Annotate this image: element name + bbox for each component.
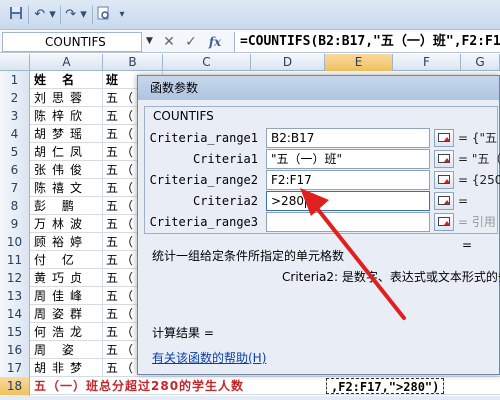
function-result: = bbox=[462, 238, 473, 252]
column-headers: A B C D E F G bbox=[0, 54, 500, 71]
cell-a[interactable]: 周姿群 bbox=[31, 305, 103, 323]
arg-result: = "五（ bbox=[458, 152, 500, 166]
cell-a[interactable]: 刘思蓉 bbox=[31, 89, 103, 107]
table-row: 18 五（一）班总分超过280的学生人数 ,F2:F17,">280") bbox=[0, 377, 500, 395]
status-strip bbox=[0, 396, 500, 400]
select-all-corner[interactable] bbox=[0, 54, 30, 71]
arg-result: = 引用 bbox=[458, 215, 496, 229]
save-icon[interactable] bbox=[8, 6, 24, 24]
arg-label-criteria-range1: Criteria_range1 bbox=[149, 131, 258, 145]
arg-result: = {250 bbox=[458, 173, 500, 187]
collapse-dialog-icon[interactable] bbox=[434, 150, 454, 168]
cell-a[interactable]: 胡梦瑶 bbox=[31, 125, 103, 143]
cell-a[interactable]: 陈禧文 bbox=[31, 179, 103, 197]
arg-label-criteria-range3: Criteria_range3 bbox=[149, 215, 258, 229]
row-header[interactable]: 7 bbox=[0, 179, 30, 197]
row-header[interactable]: 2 bbox=[0, 89, 30, 107]
function-name: COUNTIFS bbox=[150, 109, 217, 123]
cell-a[interactable]: 黄巧贞 bbox=[31, 269, 103, 287]
undo-icon[interactable]: ↶ ▾ bbox=[32, 6, 58, 24]
row-header[interactable]: 18 bbox=[0, 377, 30, 395]
cell-a[interactable]: 何浩龙 bbox=[31, 323, 103, 341]
row-header[interactable]: 5 bbox=[0, 143, 30, 161]
name-box[interactable]: COUNTIFS bbox=[2, 32, 142, 52]
customize-toolbar-icon[interactable]: ▾ bbox=[116, 6, 128, 24]
enter-icon[interactable]: ✓ bbox=[182, 33, 200, 51]
row-header[interactable]: 10 bbox=[0, 233, 30, 251]
column-header-c[interactable]: C bbox=[163, 54, 251, 71]
row-header[interactable]: 4 bbox=[0, 125, 30, 143]
text-caret bbox=[304, 195, 306, 208]
criteria2-input[interactable]: >280 bbox=[266, 191, 430, 211]
help-link[interactable]: 有关该函数的帮助(H) bbox=[152, 349, 266, 366]
cell-a[interactable]: 张伟俊 bbox=[31, 161, 103, 179]
arg-label-criteria2: Criteria2 bbox=[192, 194, 258, 208]
criteria2-value: >280 bbox=[271, 194, 304, 208]
row-header[interactable]: 13 bbox=[0, 287, 30, 305]
redo-icon[interactable]: ↷ ▾ bbox=[63, 6, 89, 24]
collapse-dialog-icon[interactable] bbox=[434, 192, 454, 210]
calculation-result: 计算结果 = bbox=[152, 326, 214, 340]
cell-a[interactable]: 万林波 bbox=[31, 215, 103, 233]
row-header[interactable]: 9 bbox=[0, 215, 30, 233]
cell-a[interactable]: 彭 鹏 bbox=[31, 197, 103, 215]
cell-a[interactable]: 周佳峰 bbox=[31, 287, 103, 305]
row-header[interactable]: 15 bbox=[0, 323, 30, 341]
cell-a[interactable]: 顾裕婷 bbox=[31, 233, 103, 251]
dialog-title[interactable]: 函数参数 bbox=[138, 76, 499, 100]
function-description: 统计一组给定条件所指定的单元格数 bbox=[152, 249, 345, 263]
collapse-dialog-icon[interactable] bbox=[434, 171, 454, 189]
collapse-dialog-icon[interactable] bbox=[434, 213, 454, 231]
criteria-range1-input[interactable]: B2:B17 bbox=[266, 128, 430, 148]
argument-help: Criteria2: 是数字、表达式或文本形式的条 bbox=[282, 270, 500, 284]
column-header-e[interactable]: E bbox=[325, 54, 393, 71]
collapse-dialog-icon[interactable] bbox=[434, 129, 454, 147]
cell-a[interactable]: 陈梓欣 bbox=[31, 107, 103, 125]
row-header[interactable]: 16 bbox=[0, 341, 30, 359]
column-header-d[interactable]: D bbox=[251, 54, 325, 71]
row-header[interactable]: 12 bbox=[0, 269, 30, 287]
formula-input[interactable]: =COUNTIFS(B2:B17,"五（一）班",F2:F17,">280") bbox=[234, 32, 500, 52]
cell-a[interactable]: 付 亿 bbox=[31, 251, 103, 269]
cell-a[interactable]: 胡仁凤 bbox=[31, 143, 103, 161]
row-header[interactable]: 14 bbox=[0, 305, 30, 323]
insert-function-icon[interactable]: fx bbox=[206, 33, 224, 51]
active-cell-formula[interactable]: ,F2:F17,">280") bbox=[326, 378, 445, 394]
arg-result: = bbox=[458, 194, 469, 208]
criteria1-input[interactable]: "五（一）班" bbox=[266, 149, 430, 169]
row-header[interactable]: 8 bbox=[0, 197, 30, 215]
formula-bar: COUNTIFS ▼ ✕ ✓ fx =COUNTIFS(B2:B17,"五（一）… bbox=[0, 31, 500, 53]
cell-a[interactable]: 周 姿 bbox=[31, 341, 103, 359]
row-header[interactable]: 3 bbox=[0, 107, 30, 125]
column-header-a[interactable]: A bbox=[31, 54, 103, 71]
column-header-b[interactable]: B bbox=[103, 54, 163, 71]
criteria-range3-input[interactable] bbox=[266, 212, 430, 232]
criteria-range2-input[interactable]: F2:F17 bbox=[266, 170, 430, 190]
print-preview-icon[interactable] bbox=[94, 6, 112, 24]
column-header-f[interactable]: F bbox=[393, 54, 461, 71]
row-header[interactable]: 17 bbox=[0, 359, 30, 377]
arg-label-criteria1: Criteria1 bbox=[192, 152, 258, 166]
function-arguments-dialog: 函数参数 COUNTIFS Criteria_range1 B2:B17 = {… bbox=[137, 75, 500, 375]
cell-a[interactable]: 姓 名 bbox=[31, 71, 103, 89]
row-header[interactable]: 1 bbox=[0, 71, 30, 89]
arg-label-criteria-range2: Criteria_range2 bbox=[149, 173, 258, 187]
cancel-icon[interactable]: ✕ bbox=[160, 33, 178, 51]
column-header-g[interactable]: G bbox=[461, 54, 500, 71]
cell-a[interactable]: 胡非梦 bbox=[31, 359, 103, 377]
summary-label[interactable]: 五（一）班总分超过280的学生人数 bbox=[34, 377, 244, 395]
row-header[interactable]: 6 bbox=[0, 161, 30, 179]
quick-access-toolbar: ↶ ▾ ↷ ▾ ▾ bbox=[0, 0, 500, 30]
name-box-dropdown-icon[interactable]: ▼ bbox=[146, 36, 153, 46]
row-header[interactable]: 11 bbox=[0, 251, 30, 269]
arg-result: = {"五 bbox=[458, 131, 498, 145]
